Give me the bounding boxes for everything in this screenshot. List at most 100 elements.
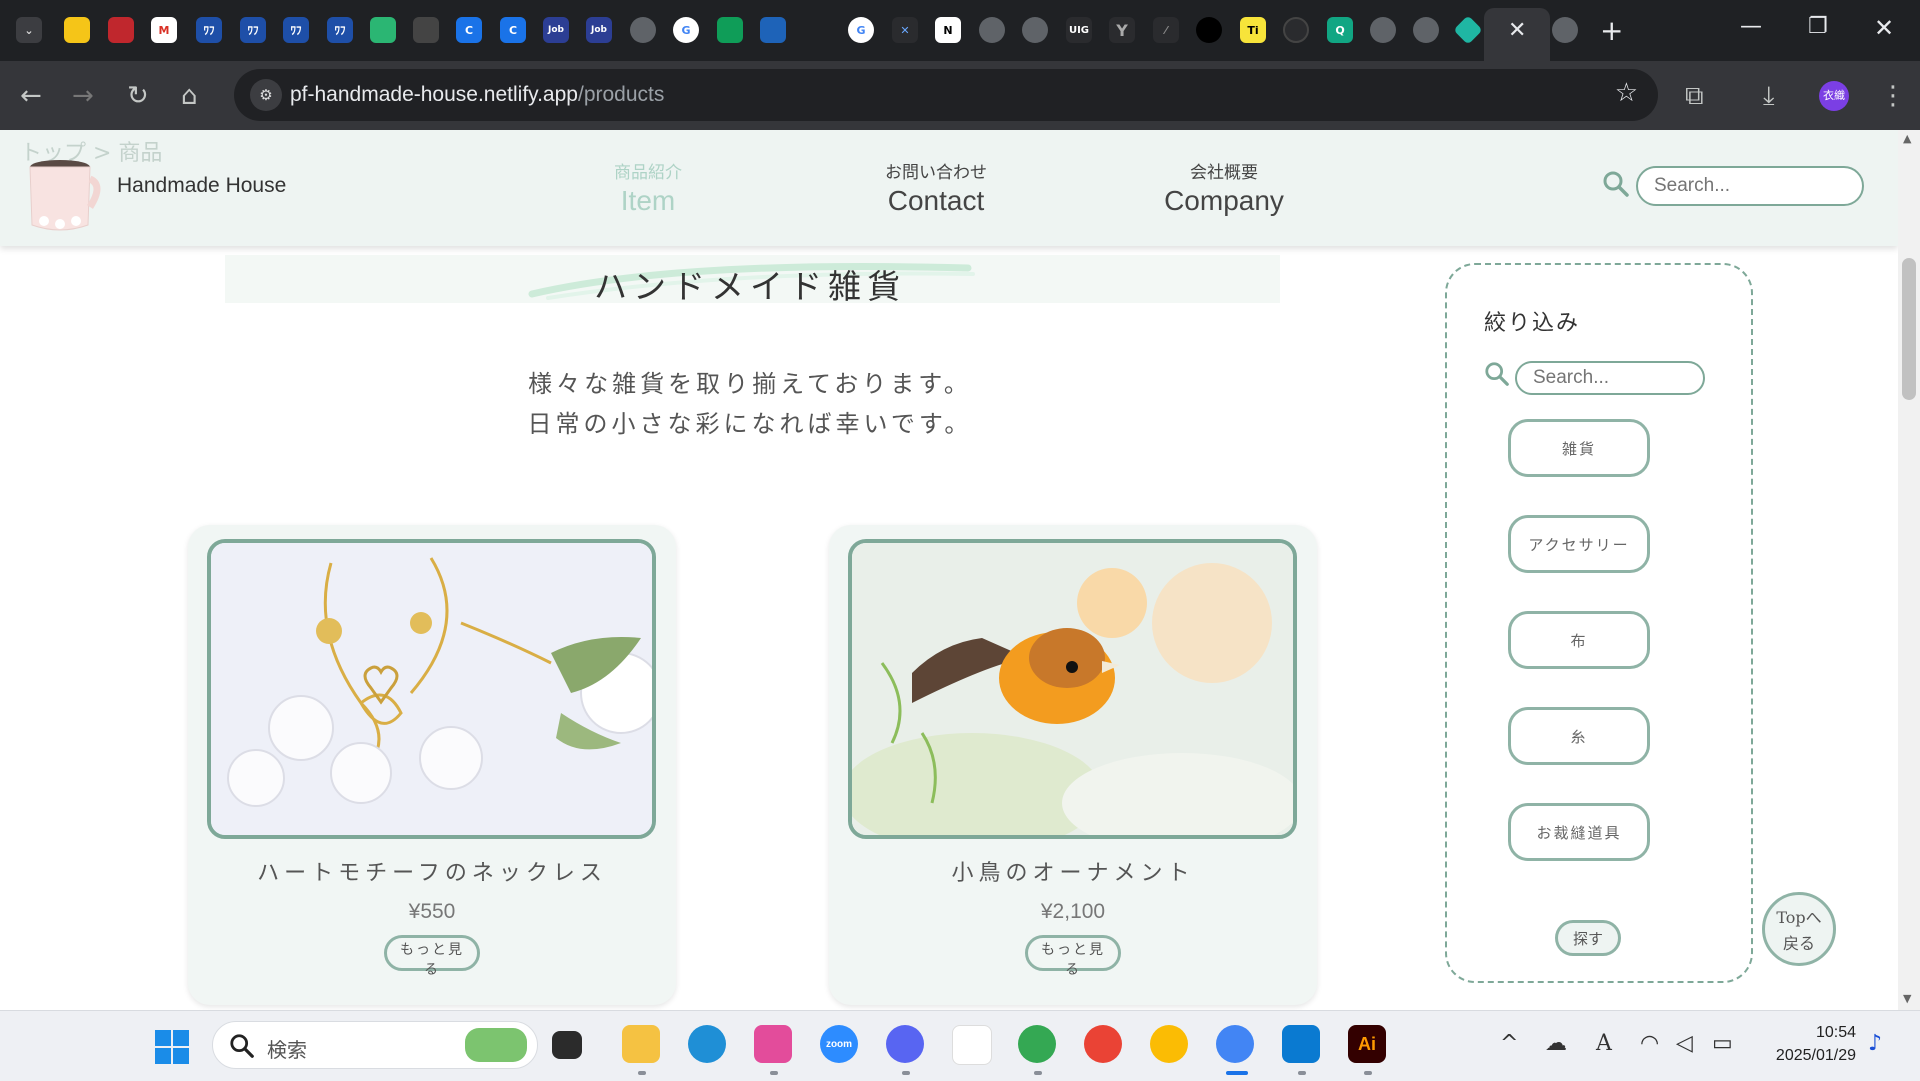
- search-icon[interactable]: [1484, 361, 1510, 387]
- header-search-input[interactable]: [1636, 166, 1864, 206]
- chrome-icon[interactable]: [1018, 1025, 1056, 1063]
- taskbar-search-box[interactable]: 検索: [212, 1021, 538, 1069]
- jp-app-icon[interactable]: ﾜﾌ: [327, 17, 353, 43]
- filter-search-button[interactable]: 探す: [1555, 920, 1621, 956]
- stack-icon[interactable]: [108, 17, 134, 43]
- category-button[interactable]: 糸: [1508, 707, 1650, 765]
- google-icon[interactable]: G: [673, 17, 699, 43]
- active-tab[interactable]: ✕: [1484, 8, 1550, 61]
- product-card[interactable]: 小鳥のオーナメント ¥2,100 もっと見る: [829, 525, 1317, 1005]
- gift-icon[interactable]: [64, 17, 90, 43]
- globe-icon[interactable]: [1022, 17, 1048, 43]
- extensions-icon[interactable]: ⧉: [1685, 81, 1704, 111]
- chevron-up-icon[interactable]: ^: [1500, 1031, 1518, 1056]
- globe-icon[interactable]: [630, 17, 656, 43]
- robot-icon[interactable]: [1196, 17, 1222, 43]
- creative-cloud-icon[interactable]: [754, 1025, 792, 1063]
- scrollbar-thumb[interactable]: [1902, 258, 1916, 400]
- download-icon[interactable]: ⤓: [1763, 81, 1775, 111]
- minimize-icon[interactable]: —: [1740, 14, 1762, 39]
- back-icon[interactable]: ←: [20, 81, 42, 111]
- reload-icon[interactable]: ↻: [127, 81, 149, 111]
- chrome-icon[interactable]: [1084, 1025, 1122, 1063]
- job-pass-icon[interactable]: Job: [586, 17, 612, 43]
- mug-logo-icon[interactable]: [24, 155, 102, 235]
- page-scrollbar[interactable]: ▲ ▼: [1898, 130, 1920, 1010]
- slack-icon[interactable]: [952, 1025, 992, 1065]
- q-icon[interactable]: Q: [1327, 17, 1353, 43]
- new-tab-icon[interactable]: +: [1600, 14, 1623, 47]
- nav-item[interactable]: お問い合わせ Contact: [866, 158, 1006, 217]
- file-explorer-icon[interactable]: [622, 1025, 660, 1063]
- c-icon[interactable]: C: [456, 17, 482, 43]
- github-icon[interactable]: [1283, 17, 1309, 43]
- jp-app-icon[interactable]: ﾜﾌ: [240, 17, 266, 43]
- windows-start-icon[interactable]: [154, 1029, 190, 1065]
- category-button[interactable]: 布: [1508, 611, 1650, 669]
- taskbar-clock[interactable]: 10:54 2025/01/29: [1760, 1021, 1856, 1067]
- category-button[interactable]: お裁縫道具: [1508, 803, 1650, 861]
- notion-icon[interactable]: N: [935, 17, 961, 43]
- product-card[interactable]: ハートモチーフのネックレス ¥550 もっと見る: [188, 525, 676, 1005]
- menu-kebab-icon[interactable]: ⋮: [1880, 81, 1906, 111]
- jp-app-icon[interactable]: ﾜﾌ: [196, 17, 222, 43]
- volume-muted-icon[interactable]: ◁: [1676, 1031, 1693, 1056]
- search-icon[interactable]: [1602, 170, 1630, 198]
- home-icon[interactable]: ⌂: [181, 81, 198, 111]
- restore-icon[interactable]: ❐: [1808, 14, 1828, 39]
- ime-icon[interactable]: A: [1596, 1031, 1612, 1056]
- zoom-icon[interactable]: zoom: [820, 1025, 858, 1063]
- close-window-icon[interactable]: ✕: [1874, 14, 1894, 42]
- chrome-icon[interactable]: [1216, 1025, 1254, 1063]
- site-info-icon[interactable]: ⚙: [250, 79, 282, 111]
- drive-icon[interactable]: [717, 17, 743, 43]
- chrome-icon[interactable]: [1150, 1025, 1188, 1063]
- globe-icon[interactable]: [979, 17, 1005, 43]
- library-icon[interactable]: [760, 17, 786, 43]
- bookmark-star-icon[interactable]: ☆: [1615, 78, 1638, 108]
- vscode-icon[interactable]: [1282, 1025, 1320, 1063]
- back-to-top-button[interactable]: Topへ 戻る: [1762, 892, 1836, 966]
- globe-icon[interactable]: [1413, 17, 1439, 43]
- diamond-icon[interactable]: [1453, 15, 1483, 45]
- globe-icon[interactable]: [1370, 17, 1396, 43]
- c-icon[interactable]: C: [500, 17, 526, 43]
- illustrator-icon[interactable]: Ai: [1348, 1025, 1386, 1063]
- category-button[interactable]: アクセサリー: [1508, 515, 1650, 573]
- see-more-button[interactable]: もっと見る: [1025, 935, 1121, 978]
- gmail-icon[interactable]: M: [151, 17, 177, 43]
- scroll-up-arrow-icon[interactable]: ▲: [1903, 132, 1911, 145]
- onedrive-icon[interactable]: ☁: [1545, 1031, 1567, 1056]
- product-name[interactable]: ハートモチーフのネックレス: [188, 855, 676, 887]
- task-view-icon[interactable]: [552, 1031, 582, 1059]
- globe-icon[interactable]: [1552, 17, 1578, 43]
- notification-bell-icon[interactable]: ♪: [1868, 1031, 1882, 1056]
- chat-icon[interactable]: [370, 17, 396, 43]
- product-image-necklace[interactable]: [207, 539, 656, 839]
- scroll-down-arrow-icon[interactable]: ▼: [1903, 992, 1911, 1005]
- profile-avatar[interactable]: 衣織: [1819, 81, 1849, 111]
- robot-icon[interactable]: [413, 17, 439, 43]
- wifi-icon[interactable]: ◠: [1640, 1031, 1659, 1056]
- jp-app-icon[interactable]: ﾜﾌ: [283, 17, 309, 43]
- battery-icon[interactable]: ▭: [1712, 1031, 1733, 1056]
- tab-search-dropdown-icon[interactable]: ⌄: [16, 17, 42, 43]
- filter-search-input[interactable]: [1515, 361, 1705, 395]
- product-image-bird-ornament[interactable]: [848, 539, 1297, 839]
- brand-name[interactable]: Handmade House: [117, 174, 286, 198]
- category-button[interactable]: 雑貨: [1508, 419, 1650, 477]
- nav-item[interactable]: 会社概要 Company: [1160, 158, 1288, 217]
- see-more-button[interactable]: もっと見る: [384, 935, 480, 978]
- y-icon[interactable]: Y: [1109, 17, 1135, 43]
- x-icon[interactable]: ✕: [892, 17, 918, 43]
- uig-icon[interactable]: UIG: [1066, 17, 1092, 43]
- product-name[interactable]: 小鳥のオーナメント: [829, 855, 1317, 887]
- ti-icon[interactable]: Ti: [1240, 17, 1266, 43]
- forward-icon[interactable]: →: [72, 81, 94, 111]
- nav-item[interactable]: 商品紹介 Item: [594, 158, 702, 217]
- discord-icon[interactable]: [886, 1025, 924, 1063]
- close-tab-icon[interactable]: ✕: [1508, 18, 1526, 43]
- sketch-icon[interactable]: ⁄: [1153, 17, 1179, 43]
- job-pass-icon[interactable]: Job: [543, 17, 569, 43]
- google-icon[interactable]: G: [848, 17, 874, 43]
